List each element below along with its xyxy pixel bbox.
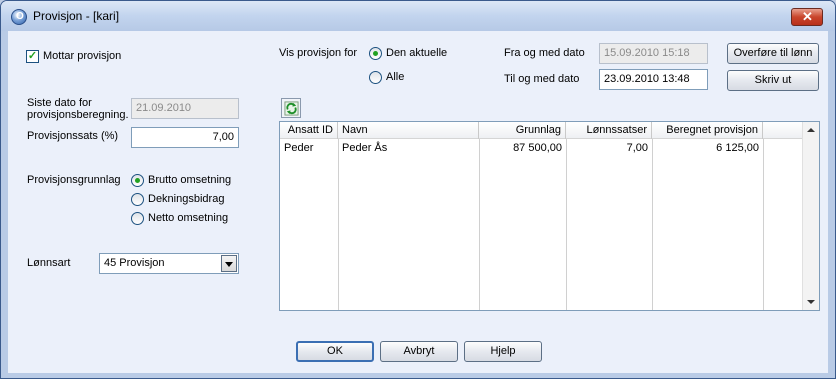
col-lonnssatser[interactable]: Lønnssatser xyxy=(566,122,652,139)
window-title: Provisjon - [kari] xyxy=(33,9,120,23)
lonnsart-dropdown[interactable]: 45 Provisjon xyxy=(99,253,239,274)
ok-button[interactable]: OK xyxy=(296,341,374,362)
radio-netto-omsetning-label: Netto omsetning xyxy=(148,212,229,224)
table-header: Ansatt ID Navn Grunnlag Lønnssatser Bere… xyxy=(280,122,802,139)
col-grunnlag[interactable]: Grunnlag xyxy=(479,122,566,139)
chevron-down-icon[interactable] xyxy=(221,255,237,272)
dialog-body: ✓ Mottar provisjon Siste dato for provis… xyxy=(8,31,828,373)
cell-beregnet-provisjon: 6 125,00 xyxy=(716,142,759,154)
close-icon: ✕ xyxy=(802,9,813,24)
refresh-button[interactable] xyxy=(281,98,301,118)
avbryt-button[interactable]: Avbryt xyxy=(380,341,458,362)
vis-provisjon-label: Vis provisjon for xyxy=(279,47,358,59)
table-scrollbar[interactable] xyxy=(802,122,819,310)
close-button[interactable]: ✕ xyxy=(791,8,823,26)
cell-ansatt-id: Peder xyxy=(284,142,314,154)
radio-alle[interactable] xyxy=(369,71,382,84)
cell-lonnssatser: 7,00 xyxy=(626,142,648,154)
refresh-icon xyxy=(284,101,299,116)
column-divider xyxy=(338,139,339,310)
app-logo-icon: O xyxy=(11,9,27,25)
radio-netto-omsetning[interactable] xyxy=(131,212,144,225)
col-beregnet-provisjon[interactable]: Beregnet provisjon xyxy=(652,122,763,139)
til-dato-label: Til og med dato xyxy=(504,73,580,85)
column-divider xyxy=(652,139,653,310)
til-dato-field[interactable]: 23.09.2010 13:48 xyxy=(599,69,708,90)
radio-brutto-omsetning[interactable] xyxy=(131,174,144,187)
scroll-down-icon[interactable] xyxy=(807,300,815,304)
cell-grunnlag: 87 500,00 xyxy=(513,142,562,154)
hjelp-button[interactable]: Hjelp xyxy=(464,341,542,362)
mottar-provisjon-checkbox[interactable]: ✓ xyxy=(26,50,39,63)
provisjon-window: O Provisjon - [kari] ✕ ✓ Mottar provisjo… xyxy=(0,0,836,379)
radio-brutto-omsetning-label: Brutto omsetning xyxy=(148,174,232,186)
radio-dekningsbidrag-label: Dekningsbidrag xyxy=(148,193,225,205)
siste-dato-field[interactable]: 21.09.2010 xyxy=(131,98,239,119)
column-divider xyxy=(763,139,764,310)
col-navn[interactable]: Navn xyxy=(338,122,479,139)
radio-den-aktuelle[interactable] xyxy=(369,47,382,60)
provisjonssats-label: Provisjonssats (%) xyxy=(27,130,119,142)
siste-dato-label-line2: provisjonsberegning. xyxy=(27,109,129,121)
mottar-provisjon-label: Mottar provisjon xyxy=(43,50,122,62)
skriv-ut-button[interactable]: Skriv ut xyxy=(727,70,819,91)
radio-alle-label: Alle xyxy=(386,71,405,83)
title-bar[interactable]: O Provisjon - [kari] ✕ xyxy=(1,1,835,31)
provisjon-table[interactable]: Ansatt ID Navn Grunnlag Lønnssatser Bere… xyxy=(279,121,820,311)
fra-dato-label: Fra og med dato xyxy=(504,47,585,59)
column-divider xyxy=(566,139,567,310)
table-row[interactable]: Peder Peder Ås 87 500,00 7,00 6 125,00 xyxy=(280,140,802,156)
scroll-up-icon[interactable] xyxy=(807,128,815,132)
lonnsart-label: Lønnsart xyxy=(27,257,71,269)
overfore-til-lonn-button[interactable]: Overføre til lønn xyxy=(727,43,819,64)
column-divider xyxy=(479,139,480,310)
radio-dekningsbidrag[interactable] xyxy=(131,193,144,206)
fra-dato-field[interactable]: 15.09.2010 15:18 xyxy=(599,43,708,64)
col-ansatt-id[interactable]: Ansatt ID xyxy=(280,122,338,139)
radio-den-aktuelle-label: Den aktuelle xyxy=(386,47,448,59)
siste-dato-label-line1: Siste dato for xyxy=(27,97,92,109)
cell-navn: Peder Ås xyxy=(342,142,388,154)
lonnsart-value: 45 Provisjon xyxy=(104,257,165,269)
provisjonssats-field[interactable]: 7,00 xyxy=(131,127,239,148)
provisjonsgrunnlag-label: Provisjonsgrunnlag xyxy=(27,174,121,186)
